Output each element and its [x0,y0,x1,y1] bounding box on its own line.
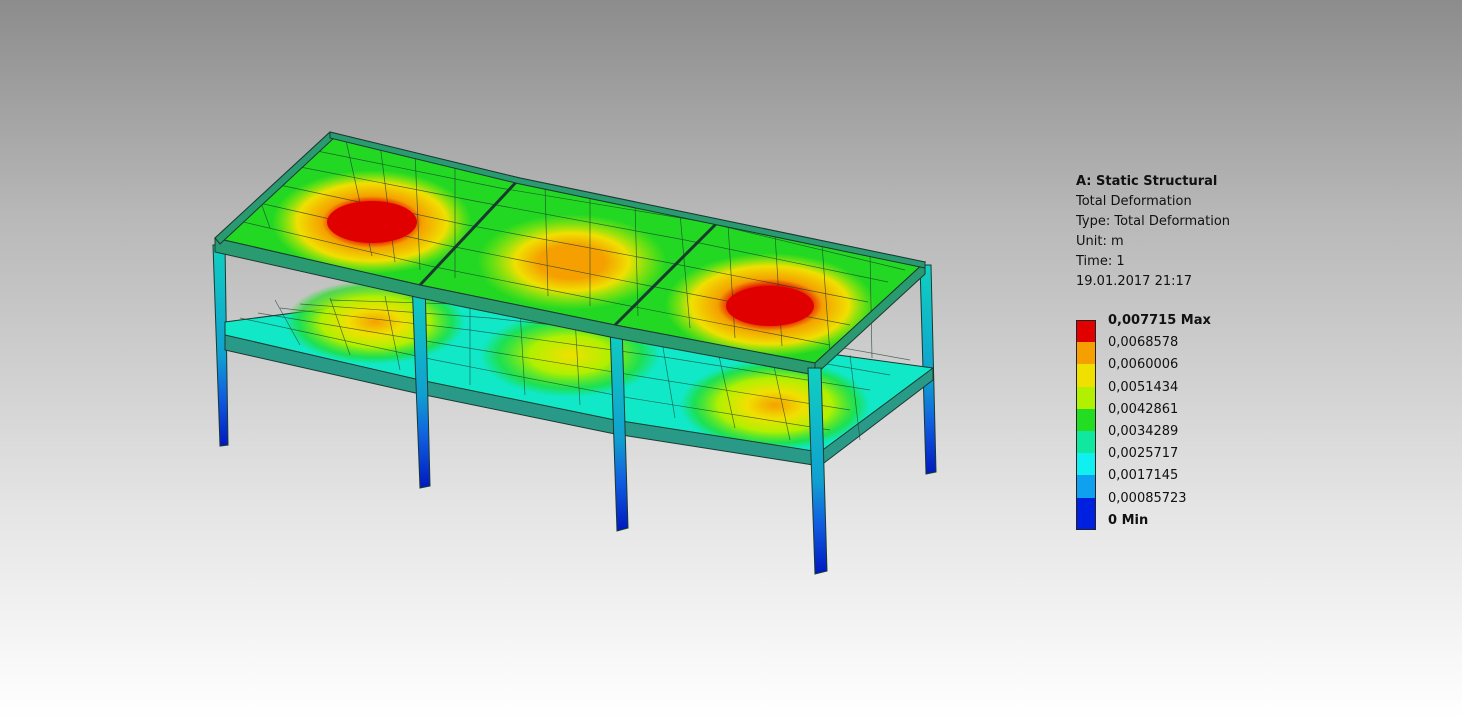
legend-label: 0,0034289 [1108,423,1179,439]
legend-label: 0,007715 Max [1108,313,1211,328]
result-name: Total Deformation [1076,194,1192,209]
legend-label: 0,0025717 [1108,446,1179,462]
legend-label: 0,0017145 [1108,468,1179,484]
legend-label: 0,0068578 [1108,335,1179,351]
legend-label: 0 Min [1108,512,1149,528]
legend-swatch [1076,342,1096,365]
legend-swatch [1076,475,1096,498]
legend-swatch [1076,453,1096,476]
legend-label: 0,0051434 [1108,379,1179,395]
model-viewport[interactable] [0,0,1462,719]
result-time: Time: 1 [1076,254,1125,269]
result-type: Type: Total Deformation [1076,214,1231,229]
legend-swatch [1076,386,1096,409]
legend-label: 0,0042861 [1108,401,1179,417]
analysis-title: A: Static Structural [1076,174,1218,189]
legend-swatch [1076,497,1096,520]
legend-swatch [1076,519,1096,530]
result-timestamp: 19.01.2017 21:17 [1076,274,1193,289]
result-unit: Unit: m [1076,234,1124,249]
legend-swatch [1076,364,1096,387]
legend-label: 0,00085723 [1108,490,1187,506]
legend-swatch [1076,408,1096,431]
result-info: A: Static Structural Total Deformation T… [1076,172,1230,292]
legend-swatch [1076,320,1096,343]
legend-swatch [1076,430,1096,454]
legend-label: 0,0060006 [1108,357,1179,373]
